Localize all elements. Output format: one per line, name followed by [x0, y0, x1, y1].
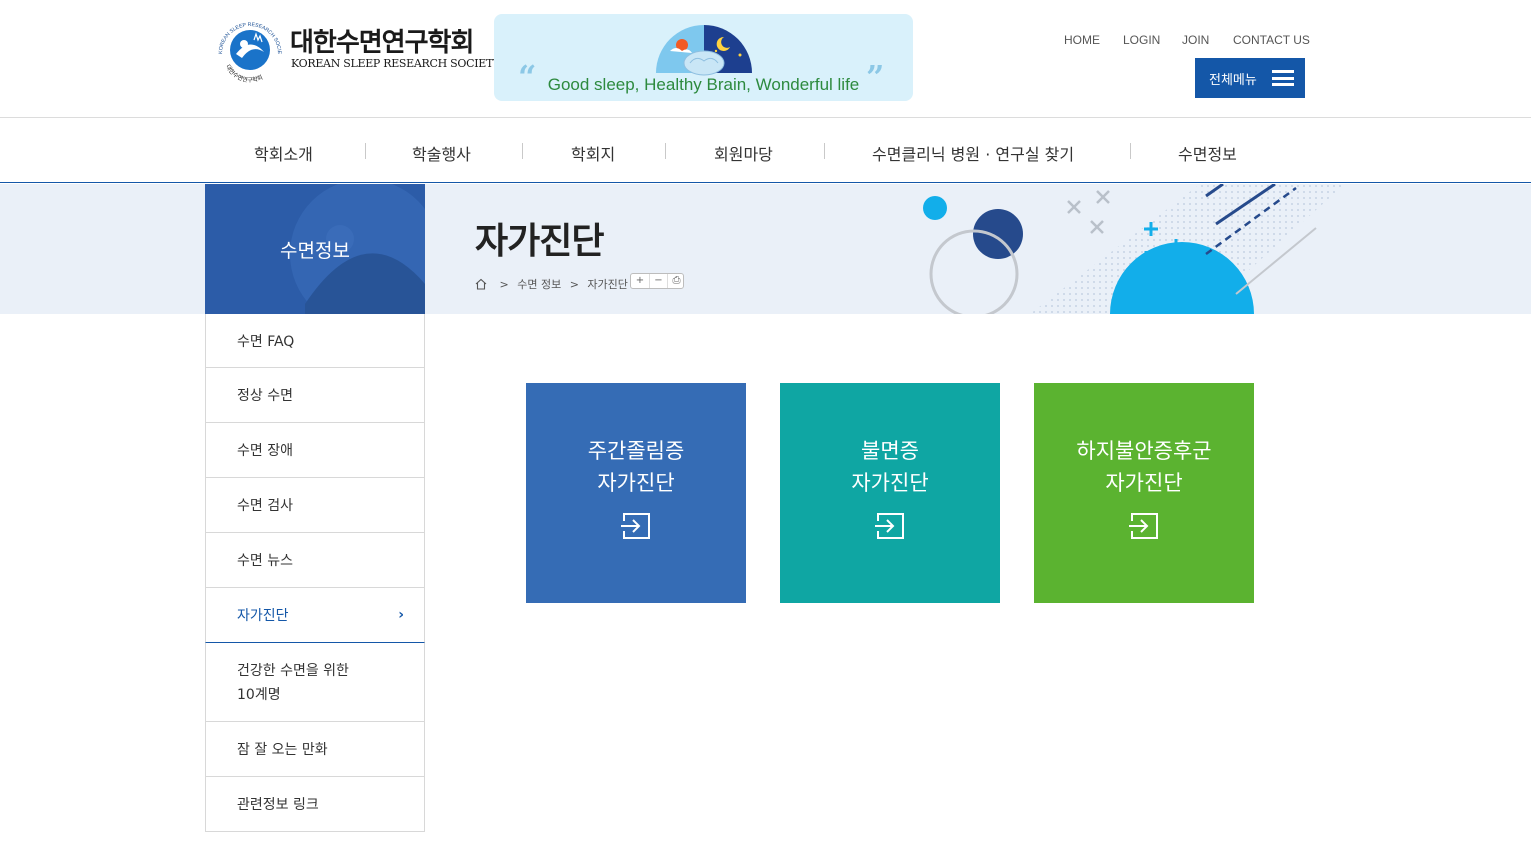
- enter-arrow-icon: [621, 513, 650, 539]
- lnb-item-label: 잠 잘 오는 만화: [237, 742, 328, 758]
- lnb-item-label: 수면 장애: [237, 443, 293, 459]
- enter-arrow-icon: [875, 513, 904, 539]
- lnb-item-normal-sleep[interactable]: 정상 수면: [205, 368, 425, 423]
- util-link-home[interactable]: HOME: [1064, 33, 1100, 47]
- hamburger-icon: [1272, 70, 1294, 86]
- card-insomnia[interactable]: 불면증 자가진단: [780, 383, 1000, 603]
- gnb-divider: [665, 143, 666, 159]
- day-night-brain-icon: [656, 25, 752, 76]
- side-navigation: 수면 FAQ 정상 수면 수면 장애 수면 검사 수면 뉴스 자가진단 › 건강…: [205, 314, 425, 832]
- gnb-item-members[interactable]: 회원마당: [714, 141, 773, 165]
- site-header: KOREAN SLEEP RESEARCH SOCIETY 대한수면연구학회 대…: [0, 0, 1531, 118]
- gnb-divider: [522, 143, 523, 159]
- lnb-item-label: 관련정보 링크: [237, 797, 319, 813]
- card-title-line1: 하지불안증후군: [1076, 439, 1212, 463]
- gnb-divider: [365, 143, 366, 159]
- breadcrumb-separator: >: [569, 277, 579, 291]
- card-daytime-sleepiness[interactable]: 주간졸림증 자가진단: [526, 383, 746, 603]
- gnb-item-journal[interactable]: 학회지: [571, 141, 615, 165]
- card-title-line2: 자가진단: [1105, 471, 1183, 495]
- lnb-item-sleep-news[interactable]: 수면 뉴스: [205, 533, 425, 588]
- gnb-item-clinic-finder[interactable]: 수면클리닉 병원 · 연구실 찾기: [872, 141, 1074, 165]
- lnb-item-self-diagnosis[interactable]: 자가진단 ›: [205, 588, 425, 643]
- gnb-item-sleep-info[interactable]: 수면정보: [1178, 141, 1237, 165]
- chevron-right-icon: ›: [398, 607, 404, 623]
- zoom-out-icon[interactable]: −: [649, 274, 667, 288]
- lnb-item-label: 10계명: [237, 687, 281, 703]
- breadcrumb-separator: >: [499, 277, 509, 291]
- card-title-line2: 자가진단: [597, 471, 675, 495]
- card-title-line2: 자가진단: [851, 471, 929, 495]
- decorative-shapes-icon: [923, 184, 1345, 314]
- lnb-item-label: 수면 FAQ: [237, 333, 295, 350]
- lnb-item-label: 정상 수면: [237, 388, 293, 404]
- breadcrumb-item-current: 자가진단: [587, 278, 628, 291]
- util-link-contact[interactable]: CONTACT US: [1233, 33, 1310, 47]
- lnb-item-sleep-tests[interactable]: 수면 검사: [205, 478, 425, 533]
- society-emblem-icon: KOREAN SLEEP RESEARCH SOCIETY 대한수면연구학회: [214, 14, 282, 84]
- gnb-item-about[interactable]: 학회소개: [254, 141, 313, 165]
- card-title-line1: 주간졸림증: [587, 439, 685, 463]
- section-title-box: 수면정보: [205, 184, 425, 314]
- site-logo[interactable]: KOREAN SLEEP RESEARCH SOCIETY 대한수면연구학회 대…: [214, 14, 500, 86]
- lnb-item-ten-commandments[interactable]: 건강한 수면을 위한 10계명: [205, 643, 425, 722]
- lnb-item-label: 수면 뉴스: [237, 553, 293, 569]
- breadcrumb: > 수면 정보 > 자가진단: [475, 276, 628, 292]
- banner-slogan: Good sleep, Healthy Brain, Wonderful lif…: [547, 75, 860, 94]
- enter-arrow-icon: [1129, 513, 1158, 539]
- gnb-divider: [824, 143, 825, 159]
- slogan-banner[interactable]: “ ” Good sleep, Healthy Brain, Wonderful…: [494, 14, 913, 101]
- gnb-divider: [1130, 143, 1131, 159]
- lnb-item-label: 건강한 수면을 위한: [237, 663, 349, 679]
- gnb-item-events[interactable]: 학술행사: [412, 141, 471, 165]
- lnb-item-related-links[interactable]: 관련정보 링크: [205, 777, 425, 832]
- util-link-login[interactable]: LOGIN: [1123, 33, 1160, 47]
- lnb-item-sleep-comics[interactable]: 잠 잘 오는 만화: [205, 722, 425, 777]
- logo-korean-name: 대한수면연구학회: [290, 28, 474, 58]
- page-tools: + − ⎙: [630, 273, 684, 289]
- all-menu-button[interactable]: 전체메뉴: [1195, 58, 1305, 98]
- lnb-item-sleep-faq[interactable]: 수면 FAQ: [205, 314, 425, 368]
- logo-english-name: KOREAN SLEEP RESEARCH SOCIETY: [291, 57, 500, 70]
- print-icon[interactable]: ⎙: [667, 274, 685, 288]
- main-navigation: 학회소개 학술행사 학회지 회원마당 수면클리닉 병원 · 연구실 찾기 수면정…: [0, 119, 1531, 183]
- lnb-item-sleep-disorders[interactable]: 수면 장애: [205, 423, 425, 478]
- card-restless-legs[interactable]: 하지불안증후군 자가진단: [1034, 383, 1254, 603]
- page-title: 자가진단: [475, 221, 604, 262]
- zoom-in-icon[interactable]: +: [631, 274, 649, 288]
- util-link-join[interactable]: JOIN: [1182, 33, 1209, 47]
- breadcrumb-item-sleep-info[interactable]: 수면 정보: [517, 276, 561, 292]
- card-title-line1: 불면증: [861, 439, 919, 463]
- lnb-item-label: 수면 검사: [237, 498, 293, 514]
- lnb-item-label: 자가진단: [237, 608, 289, 624]
- section-title: 수면정보: [280, 240, 350, 262]
- home-icon[interactable]: [475, 278, 487, 290]
- all-menu-label: 전체메뉴: [1209, 73, 1257, 88]
